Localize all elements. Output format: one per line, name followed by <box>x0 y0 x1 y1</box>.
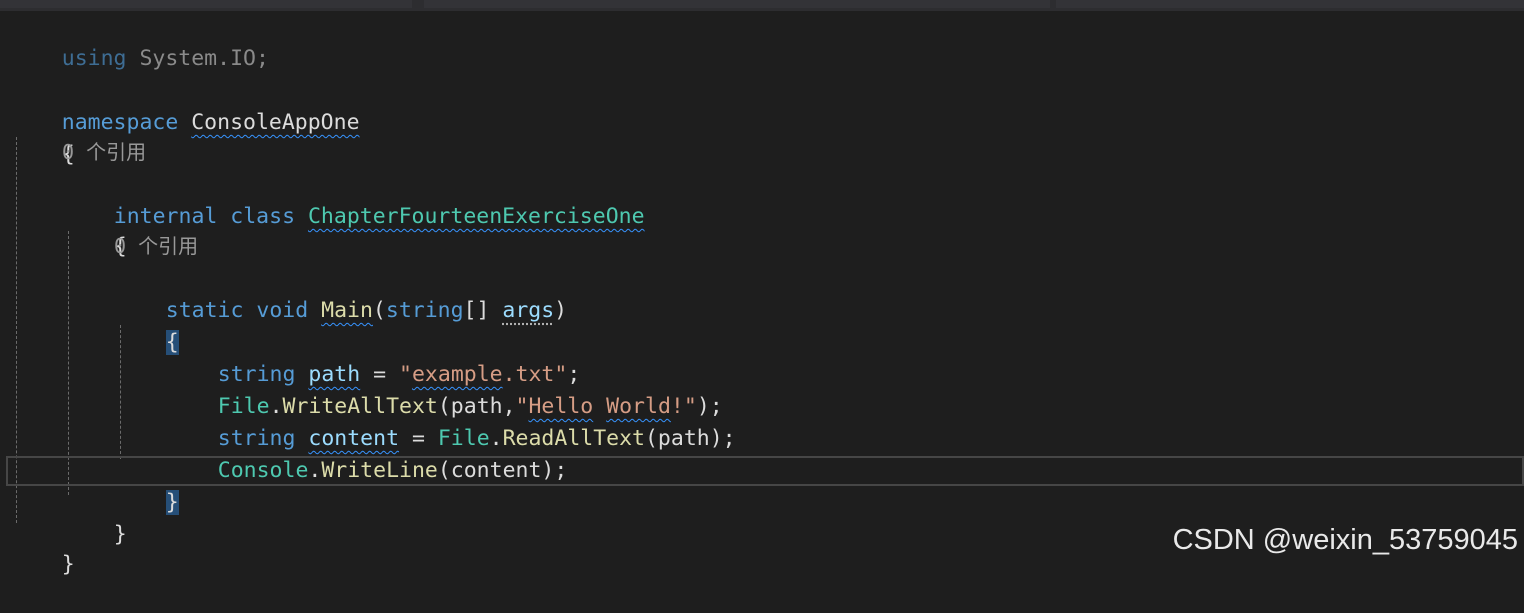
type-dropdown[interactable] <box>424 0 1050 8</box>
namespace-import: System.IO; <box>127 46 269 71</box>
code-line-class-declaration[interactable]: internal class ChapterFourteenExerciseOn… <box>62 169 645 201</box>
parameter-args[interactable]: args <box>502 298 554 323</box>
code-line-path-declaration[interactable]: string path = "example.txt"; <box>166 327 580 359</box>
keyword-namespace: namespace <box>62 110 179 135</box>
keyword-void: void <box>256 298 308 323</box>
keyword-internal: internal <box>114 204 218 229</box>
close-brace: } <box>62 552 75 577</box>
keyword-class: class <box>230 204 295 229</box>
matched-close-brace: } <box>166 490 179 515</box>
method-main[interactable]: Main <box>321 298 373 323</box>
code-line-method-open-brace[interactable]: { <box>114 295 179 327</box>
project-dropdown[interactable] <box>0 0 412 8</box>
keyword-string: string <box>386 298 464 323</box>
code-line-namespace-open-brace[interactable]: { <box>10 107 75 139</box>
code-line-namespace[interactable]: namespace ConsoleAppOne <box>10 75 360 107</box>
close-brace: } <box>114 522 127 547</box>
keyword-using: using <box>62 46 127 71</box>
codelens-references-method[interactable]: 0 个引用 <box>114 231 198 261</box>
code-line-class-close-brace[interactable]: } <box>62 487 127 519</box>
code-line-class-open-brace[interactable]: { <box>62 199 127 231</box>
code-line-write-all-text[interactable]: File.WriteAllText(path,"Hello World!"); <box>166 359 723 391</box>
code-line-read-all-text[interactable]: string content = File.ReadAllText(path); <box>166 391 736 423</box>
code-line-method-close-brace[interactable]: } <box>114 455 179 487</box>
member-dropdown[interactable] <box>1056 0 1524 8</box>
class-name[interactable]: ChapterFourteenExerciseOne <box>308 204 645 229</box>
code-line-using[interactable]: using System.IO; <box>10 11 269 43</box>
code-line-write-line[interactable]: Console.WriteLine(content); <box>166 423 567 455</box>
type-console: Console <box>218 458 309 483</box>
method-write-line[interactable]: WriteLine <box>321 458 438 483</box>
code-line-namespace-close-brace[interactable]: } <box>10 517 75 549</box>
namespace-name[interactable]: ConsoleAppOne <box>191 110 359 135</box>
csdn-watermark: CSDN @weixin_53759045 <box>1173 524 1518 557</box>
code-editor[interactable]: using System.IO; namespace ConsoleAppOne… <box>0 11 1524 570</box>
codelens-references-class[interactable]: 0 个引用 <box>62 137 146 167</box>
code-line-main-signature[interactable]: static void Main(string[] args) <box>114 263 567 295</box>
